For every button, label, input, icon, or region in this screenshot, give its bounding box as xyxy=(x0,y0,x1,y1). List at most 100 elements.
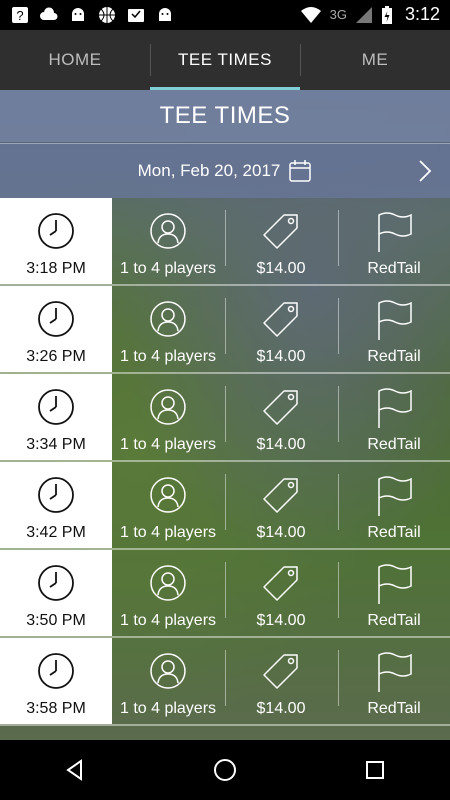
tee-time-row[interactable]: 3:58 PM 1 to 4 players $14.00 RedTail xyxy=(0,638,450,726)
course-label: RedTail xyxy=(367,436,421,453)
players-label: 1 to 4 players xyxy=(119,260,217,277)
selected-date: Mon, Feb 20, 2017 xyxy=(137,161,281,180)
tee-time-cell[interactable]: 3:42 PM xyxy=(0,462,112,548)
price-cell[interactable]: $14.00 xyxy=(225,462,337,548)
price-tag-icon xyxy=(263,390,298,425)
tee-time-cell[interactable]: 3:26 PM xyxy=(0,286,112,372)
price-cell[interactable]: $14.00 xyxy=(225,286,337,372)
tab-label: TEE TIMES xyxy=(178,50,272,69)
clock-icon xyxy=(38,477,74,513)
players-icon xyxy=(150,477,186,513)
tee-time-cell[interactable]: 3:34 PM xyxy=(0,374,112,460)
tab-label: HOME xyxy=(48,50,102,69)
network-type: 3G xyxy=(329,7,347,22)
clock-icon xyxy=(38,301,74,337)
date-selector[interactable]: Mon, Feb 20, 2017 xyxy=(0,143,450,198)
tee-times-screen[interactable]: TEE TIMES Mon, Feb 20, 2017 3:18 PM 1 to … xyxy=(0,90,450,740)
players-cell[interactable]: 1 to 4 players xyxy=(112,198,224,284)
flag-icon xyxy=(378,212,412,252)
tab-bar: HOME TEE TIMES ME xyxy=(0,30,450,90)
status-bar: ? 3G 3:12 xyxy=(0,0,450,30)
clock: 3:12 xyxy=(404,4,440,24)
price-tag-icon xyxy=(263,214,298,249)
price-label: $14.00 xyxy=(256,348,306,365)
price-tag-icon xyxy=(263,302,298,337)
course-cell[interactable]: RedTail xyxy=(338,550,450,636)
tee-time-label: 3:34 PM xyxy=(26,436,86,453)
tee-time-cell[interactable]: 3:18 PM xyxy=(0,198,112,284)
course-cell[interactable]: RedTail xyxy=(338,286,450,372)
tee-time-label: 3:50 PM xyxy=(26,612,86,629)
price-cell[interactable]: $14.00 xyxy=(225,550,337,636)
tee-time-cell[interactable]: 3:50 PM xyxy=(0,550,112,636)
players-cell[interactable]: 1 to 4 players xyxy=(112,286,224,372)
signal-icon xyxy=(355,6,372,23)
players-icon xyxy=(150,653,186,689)
android-icon xyxy=(159,8,171,21)
players-cell[interactable]: 1 to 4 players xyxy=(112,374,224,460)
clock-icon xyxy=(38,213,74,249)
page-title: TEE TIMES xyxy=(0,90,450,142)
tee-time-row[interactable]: 3:50 PM 1 to 4 players $14.00 RedTail xyxy=(0,550,450,638)
price-label: $14.00 xyxy=(256,524,306,541)
flag-icon xyxy=(378,476,412,516)
players-label: 1 to 4 players xyxy=(119,700,217,717)
cloud-icon xyxy=(40,7,58,21)
inbox-icon xyxy=(128,9,144,22)
price-cell[interactable]: $14.00 xyxy=(225,198,337,284)
price-label: $14.00 xyxy=(256,700,306,717)
tee-time-label: 3:26 PM xyxy=(26,348,86,365)
tee-time-row[interactable]: 3:26 PM 1 to 4 players $14.00 RedTail xyxy=(0,286,450,374)
players-cell[interactable]: 1 to 4 players xyxy=(112,638,224,724)
course-cell[interactable]: RedTail xyxy=(338,462,450,548)
clock-icon xyxy=(38,565,74,601)
price-label: $14.00 xyxy=(256,436,306,453)
clock-icon xyxy=(38,653,74,689)
course-cell[interactable]: RedTail xyxy=(338,638,450,724)
tee-time-label: 3:18 PM xyxy=(26,260,86,277)
tee-time-label: 3:42 PM xyxy=(26,524,86,541)
home-icon[interactable] xyxy=(212,757,238,783)
tab-me[interactable]: ME xyxy=(300,30,450,90)
course-label: RedTail xyxy=(367,524,421,541)
players-cell[interactable]: 1 to 4 players xyxy=(112,462,224,548)
course-cell[interactable]: RedTail xyxy=(338,374,450,460)
price-label: $14.00 xyxy=(256,612,306,629)
basketball-icon xyxy=(99,7,115,23)
price-cell[interactable]: $14.00 xyxy=(225,374,337,460)
recents-icon[interactable] xyxy=(363,758,387,782)
tee-time-row[interactable]: 3:34 PM 1 to 4 players $14.00 RedTail xyxy=(0,374,450,462)
clock-icon xyxy=(38,389,74,425)
next-date-chevron-icon[interactable] xyxy=(418,159,432,183)
battery-icon xyxy=(381,5,392,24)
players-icon xyxy=(150,213,186,249)
back-icon[interactable] xyxy=(63,758,87,782)
tee-time-cell[interactable]: 3:58 PM xyxy=(0,638,112,724)
course-cell[interactable]: RedTail xyxy=(338,198,450,284)
players-label: 1 to 4 players xyxy=(119,524,217,541)
players-icon xyxy=(150,389,186,425)
price-tag-icon xyxy=(263,654,298,689)
price-label: $14.00 xyxy=(256,260,306,277)
price-cell[interactable]: $14.00 xyxy=(225,638,337,724)
players-label: 1 to 4 players xyxy=(119,348,217,365)
calendar-icon[interactable] xyxy=(288,159,312,183)
tee-time-row[interactable]: 3:42 PM 1 to 4 players $14.00 RedTail xyxy=(0,462,450,550)
tee-time-label: 3:58 PM xyxy=(26,700,86,717)
wifi-icon xyxy=(300,6,321,23)
svg-text:?: ? xyxy=(16,8,23,23)
android-icon xyxy=(72,8,84,21)
course-label: RedTail xyxy=(367,260,421,277)
tab-home[interactable]: HOME xyxy=(0,30,150,90)
players-cell[interactable]: 1 to 4 players xyxy=(112,550,224,636)
flag-icon xyxy=(378,300,412,340)
help-icon: ? xyxy=(12,7,28,23)
course-label: RedTail xyxy=(367,612,421,629)
flag-icon xyxy=(378,652,412,692)
tab-label: ME xyxy=(361,50,389,69)
tee-time-row[interactable]: 3:18 PM 1 to 4 players $14.00 RedTail xyxy=(0,198,450,286)
flag-icon xyxy=(378,388,412,428)
tab-tee-times[interactable]: TEE TIMES xyxy=(150,30,300,90)
players-label: 1 to 4 players xyxy=(119,612,217,629)
navigation-bar xyxy=(0,740,450,800)
